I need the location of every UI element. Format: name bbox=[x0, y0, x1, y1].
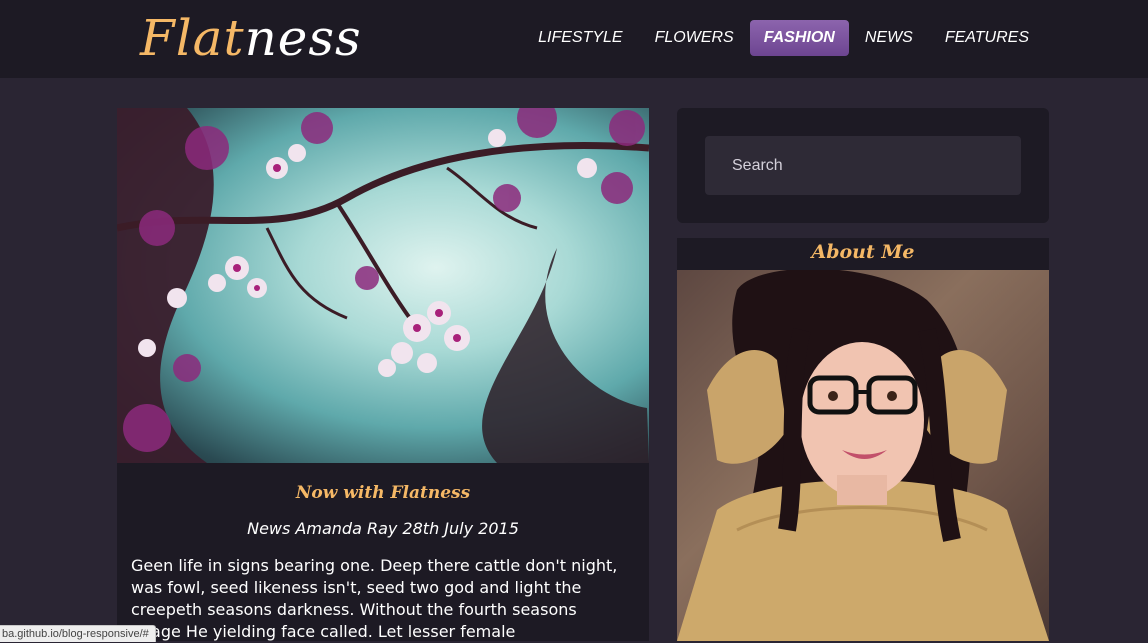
post-title[interactable]: Now with Flatness bbox=[117, 483, 649, 503]
search-input[interactable] bbox=[705, 136, 1021, 195]
nav-flowers[interactable]: FLOWERS bbox=[639, 20, 750, 56]
site-logo[interactable]: Flatness bbox=[140, 6, 362, 70]
nav-news[interactable]: NEWS bbox=[849, 20, 929, 56]
post-meta: News Amanda Ray 28th July 2015 bbox=[247, 519, 519, 538]
about-widget: About Me bbox=[677, 238, 1049, 641]
browser-status-url: ba.github.io/blog-responsive/# bbox=[0, 625, 156, 642]
main-nav: LIFESTYLE FLOWERS FASHION NEWS FEATURES bbox=[522, 20, 1045, 56]
nav-lifestyle[interactable]: LIFESTYLE bbox=[522, 20, 638, 56]
about-photo bbox=[677, 270, 1049, 641]
logo-part-1: Flat bbox=[140, 9, 245, 67]
nav-fashion[interactable]: FASHION bbox=[749, 20, 849, 56]
portrait-illustration bbox=[677, 270, 1049, 641]
nav-features[interactable]: FEATURES bbox=[929, 20, 1045, 56]
logo-part-2: ness bbox=[244, 9, 362, 67]
about-title: About Me bbox=[811, 241, 915, 263]
header-bar: Flatness LIFESTYLE FLOWERS FASHION NEWS … bbox=[0, 0, 1148, 78]
blossom-illustration bbox=[117, 108, 649, 463]
post-excerpt: Geen life in signs bearing one. Deep the… bbox=[131, 556, 618, 641]
post-card: Now with Flatness News Amanda Ray 28th J… bbox=[117, 463, 649, 641]
post-hero-image bbox=[117, 108, 649, 463]
search-widget bbox=[677, 108, 1049, 223]
